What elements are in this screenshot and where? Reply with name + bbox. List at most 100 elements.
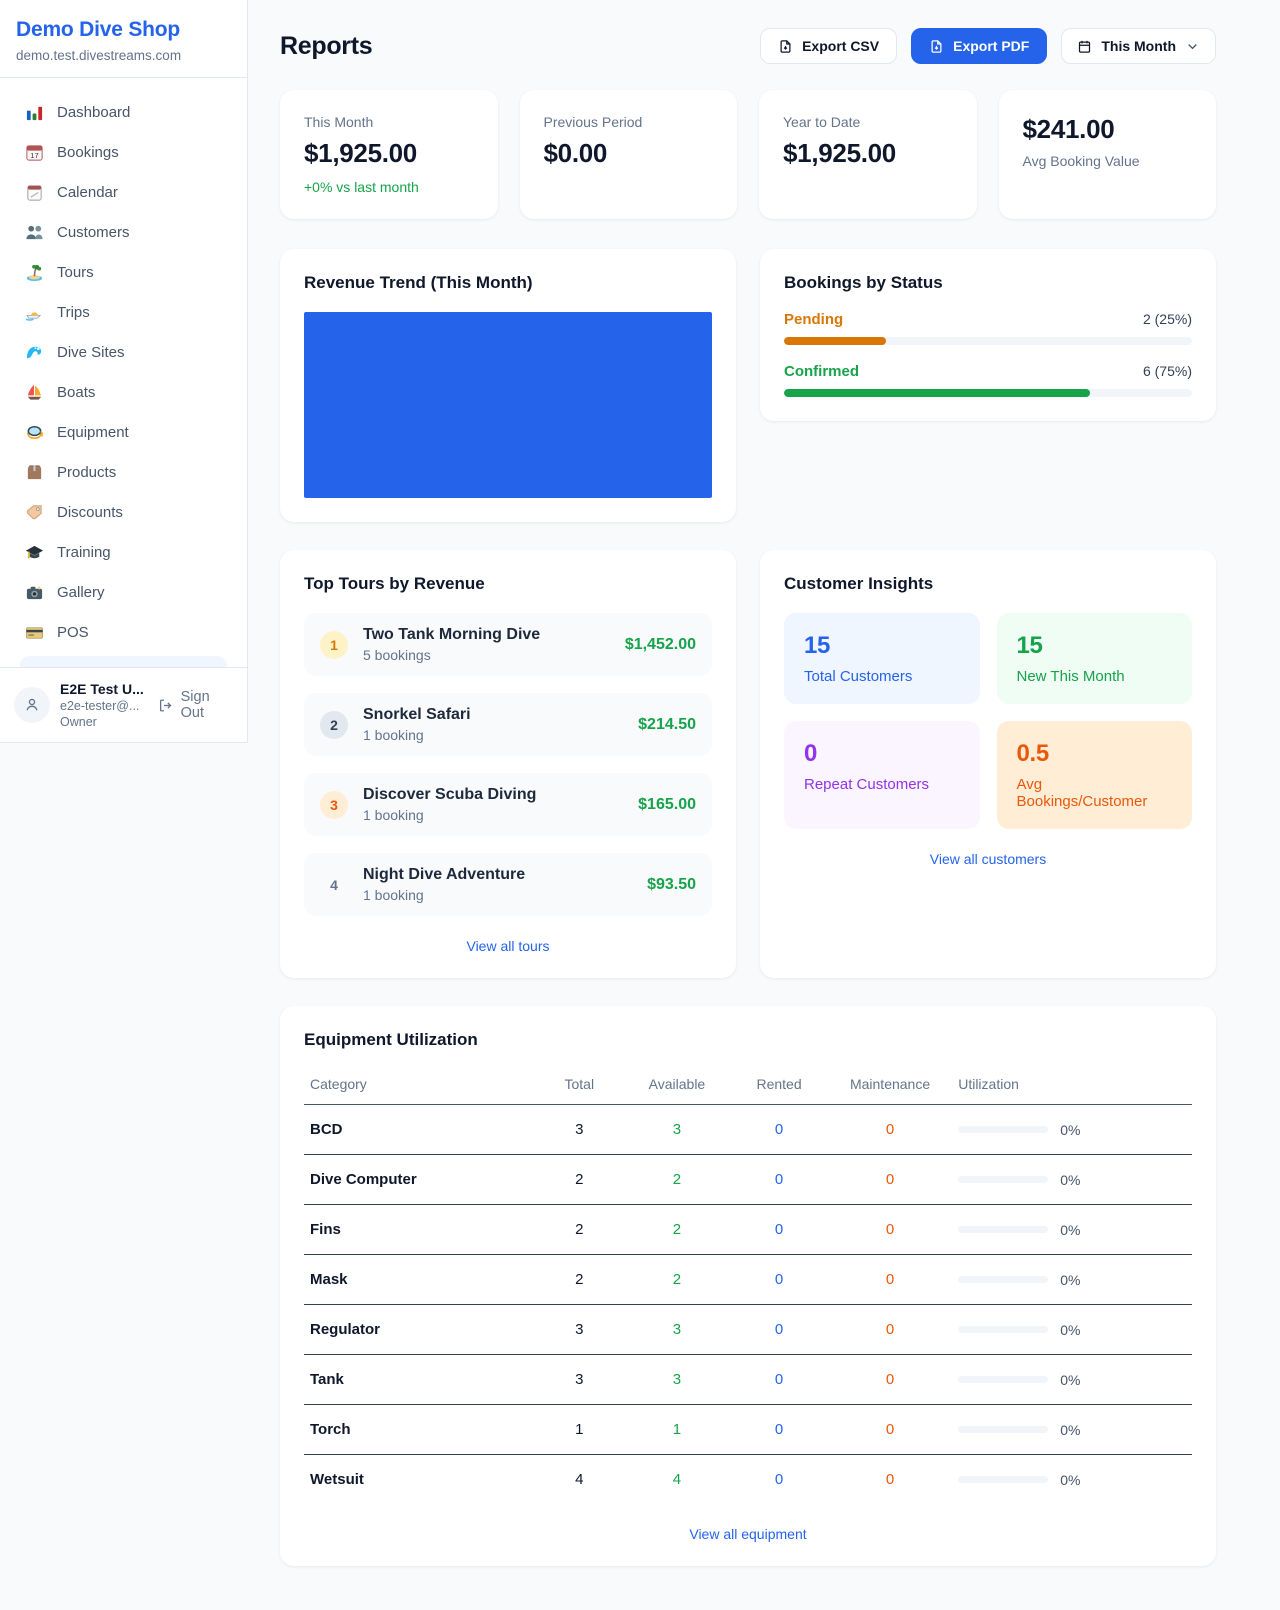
table-row: Dive Computer22000% [304,1155,1192,1205]
sidebar-item-label: Equipment [57,424,129,441]
progress-track [784,337,1192,345]
rank-badge: 2 [320,711,348,739]
sidebar-item-label: Calendar [57,184,118,201]
cell-maintenance: 0 [828,1105,952,1155]
tour-revenue: $1,452.00 [625,636,696,654]
col-header-category: Category [304,1064,535,1105]
user-name: E2E Test U... [60,681,148,697]
sidebar-item-label: Discounts [57,504,123,521]
cell-category: Tank [304,1355,535,1405]
tour-row: 1 Two Tank Morning Dive 5 bookings $1,45… [304,613,712,676]
cell-utilization: 0% [952,1105,1192,1155]
cell-utilization: 0% [952,1255,1192,1305]
sidebar-item-bookings[interactable]: 17 Bookings [10,132,237,172]
tour-name: Discover Scuba Diving [363,786,623,804]
stats-grid: This Month $1,925.00 +0% vs last month P… [280,90,1216,219]
sidebar-item-pos[interactable]: POS [10,612,237,652]
export-pdf-button[interactable]: Export PDF [911,28,1047,64]
sidebar-item-label: Dive Sites [57,344,125,361]
period-dropdown[interactable]: This Month [1061,28,1216,64]
sidebar-item-reports[interactable] [20,656,227,667]
revenue-trend-title: Revenue Trend (This Month) [304,273,712,293]
sidebar-item-label: Boats [57,384,95,401]
stat-label: Year to Date [783,114,953,130]
utilization-percent: 0% [1060,1172,1080,1188]
utilization-percent: 0% [1060,1472,1080,1488]
utilization-percent: 0% [1060,1422,1080,1438]
cell-available: 3 [624,1305,731,1355]
stat-value: $1,925.00 [304,138,474,169]
utilization-percent: 0% [1060,1272,1080,1288]
tile-label: Repeat Customers [804,776,960,793]
stat-value: $0.00 [544,138,714,169]
sidebar-item-tours[interactable]: Tours [10,252,237,292]
cell-total: 2 [535,1205,624,1255]
cell-maintenance: 0 [828,1405,952,1455]
people-icon [24,222,44,242]
tour-row: 4 Night Dive Adventure 1 booking $93.50 [304,853,712,916]
cell-rented: 0 [730,1155,828,1205]
status-label: Pending [784,311,843,328]
sidebar-item-dive-sites[interactable]: Dive Sites [10,332,237,372]
camera-icon [24,582,44,602]
sidebar-item-label: Gallery [57,584,105,601]
sidebar: Demo Dive Shop demo.test.divestreams.com… [0,0,248,743]
progress-fill [784,337,886,345]
tile-value: 0.5 [1017,740,1173,768]
sidebar-item-gallery[interactable]: Gallery [10,572,237,612]
tile-label: Avg Bookings/Customer [1017,776,1173,810]
sidebar-item-label: Trips [57,304,90,321]
cell-category: Mask [304,1255,535,1305]
sidebar-item-customers[interactable]: Customers [10,212,237,252]
utilization-percent: 0% [1060,1222,1080,1238]
sidebar-item-trips[interactable]: Trips [10,292,237,332]
logout-icon [158,697,174,714]
table-row: Mask22000% [304,1255,1192,1305]
cell-maintenance: 0 [828,1155,952,1205]
wave-icon [24,342,44,362]
utilization-bar [958,1276,1048,1283]
cell-available: 3 [624,1105,731,1155]
sidebar-item-products[interactable]: Products [10,452,237,492]
sidebar-item-dashboard[interactable]: Dashboard [10,92,237,132]
package-icon [24,462,44,482]
view-all-equipment-link[interactable]: View all equipment [304,1526,1192,1542]
cell-category: BCD [304,1105,535,1155]
cell-utilization: 0% [952,1205,1192,1255]
cell-available: 2 [624,1205,731,1255]
user-email: e2e-tester@... [60,699,148,713]
col-header-rented: Rented [730,1064,828,1105]
sidebar-item-training[interactable]: Training [10,532,237,572]
view-all-tours-link[interactable]: View all tours [304,938,712,954]
calendar-icon [1077,39,1092,54]
cell-category: Dive Computer [304,1155,535,1205]
utilization-percent: 0% [1060,1372,1080,1388]
notepad-calendar-icon [24,182,44,202]
bar-chart-icon [24,102,44,122]
cell-total: 3 [535,1305,624,1355]
cell-utilization: 0% [952,1155,1192,1205]
utilization-bar [958,1476,1048,1483]
stat-label: Avg Booking Value [1023,153,1193,169]
stat-value: $241.00 [1023,114,1193,145]
table-row: Fins22000% [304,1205,1192,1255]
sidebar-user-footer: E2E Test U... e2e-tester@... Owner Sign … [0,667,247,742]
tour-revenue: $165.00 [638,796,696,814]
status-value: 2 (25%) [1143,311,1192,327]
view-all-customers-link[interactable]: View all customers [784,851,1192,867]
equipment-utilization-title: Equipment Utilization [304,1030,1192,1050]
export-csv-button[interactable]: Export CSV [760,28,897,64]
tile-avg-bookings-customer: 0.5 Avg Bookings/Customer [997,721,1193,829]
sidebar-item-discounts[interactable]: Discounts [10,492,237,532]
dive-mask-icon [24,422,44,442]
sidebar-item-equipment[interactable]: Equipment [10,412,237,452]
credit-card-icon [24,622,44,642]
sign-out-button[interactable]: Sign Out [158,689,233,721]
sidebar-item-calendar[interactable]: Calendar [10,172,237,212]
table-row: BCD33000% [304,1105,1192,1155]
cell-utilization: 0% [952,1455,1192,1505]
customer-insights-title: Customer Insights [784,574,1192,594]
sidebar-item-boats[interactable]: Boats [10,372,237,412]
cell-available: 4 [624,1455,731,1505]
tour-revenue: $93.50 [647,876,696,894]
